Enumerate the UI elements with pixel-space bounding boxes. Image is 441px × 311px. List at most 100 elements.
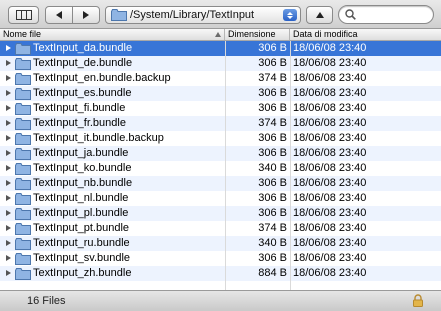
file-name: TextInput_es.bundle — [33, 87, 132, 99]
file-name: TextInput_de.bundle — [33, 57, 133, 69]
header-name-label: Nome file — [3, 29, 42, 39]
folder-icon — [15, 73, 31, 85]
file-date: 18/06/08 23:40 — [293, 102, 367, 114]
file-list: TextInput_da.bundle 306 B 18/06/08 23:40 Te… — [0, 41, 441, 290]
file-date: 18/06/08 23:40 — [293, 57, 367, 69]
header-size[interactable]: Dimensione — [225, 29, 290, 40]
file-date: 18/06/08 23:40 — [293, 117, 367, 129]
header-name[interactable]: Nome file — [0, 29, 225, 40]
file-date: 18/06/08 23:40 — [293, 237, 367, 249]
list-item[interactable]: TextInput_ru.bundle 340 B 18/06/08 23:40 — [0, 236, 441, 251]
list-item[interactable]: TextInput_fi.bundle 306 B 18/06/08 23:40 — [0, 101, 441, 116]
folder-icon — [111, 9, 127, 21]
file-name: TextInput_zh.bundle — [33, 267, 132, 279]
file-size: 306 B — [258, 252, 287, 264]
list-item[interactable]: TextInput_pt.bundle 374 B 18/06/08 23:40 — [0, 221, 441, 236]
list-item[interactable]: TextInput_nb.bundle 306 B 18/06/08 23:40 — [0, 176, 441, 191]
disclosure-triangle-icon[interactable] — [6, 105, 11, 111]
forward-arrow-icon — [83, 11, 89, 19]
folder-icon — [15, 238, 31, 250]
column-divider — [290, 41, 291, 290]
folder-icon — [15, 148, 31, 160]
toolbar: /System/Library/TextInput — [0, 0, 441, 29]
file-size: 340 B — [258, 237, 287, 249]
back-button[interactable] — [45, 6, 73, 24]
list-item[interactable]: TextInput_es.bundle 306 B 18/06/08 23:40 — [0, 86, 441, 101]
file-date: 18/06/08 23:40 — [293, 87, 367, 99]
file-size: 306 B — [258, 177, 287, 189]
file-name: TextInput_sv.bundle — [33, 252, 131, 264]
file-name: TextInput_nl.bundle — [33, 192, 129, 204]
disclosure-triangle-icon[interactable] — [6, 75, 11, 81]
parent-folder-button[interactable] — [306, 6, 333, 24]
header-size-label: Dimensione — [228, 29, 276, 39]
disclosure-triangle-icon[interactable] — [6, 225, 11, 231]
list-item[interactable]: TextInput_zh.bundle 884 B 18/06/08 23:40 — [0, 266, 441, 281]
file-date: 18/06/08 23:40 — [293, 72, 367, 84]
disclosure-triangle-icon[interactable] — [6, 180, 11, 186]
file-size: 306 B — [258, 42, 287, 54]
file-size: 374 B — [258, 72, 287, 84]
file-name: TextInput_en.bundle.backup — [33, 72, 171, 84]
up-arrow-icon — [315, 12, 324, 18]
disclosure-triangle-icon[interactable] — [6, 195, 11, 201]
disclosure-triangle-icon[interactable] — [6, 60, 11, 66]
disclosure-triangle-icon[interactable] — [6, 240, 11, 246]
file-size: 884 B — [258, 267, 287, 279]
file-size: 340 B — [258, 162, 287, 174]
file-count: 16 Files — [27, 295, 66, 307]
disclosure-triangle-icon[interactable] — [6, 255, 11, 261]
disclosure-triangle-icon[interactable] — [6, 210, 11, 216]
file-name: TextInput_da.bundle — [33, 42, 133, 54]
disclosure-triangle-icon[interactable] — [6, 45, 11, 51]
list-item[interactable]: TextInput_pl.bundle 306 B 18/06/08 23:40 — [0, 206, 441, 221]
folder-icon — [15, 58, 31, 70]
file-name: TextInput_fi.bundle — [33, 102, 126, 114]
file-name: TextInput_ja.bundle — [33, 147, 129, 159]
list-item[interactable]: TextInput_sv.bundle 306 B 18/06/08 23:40 — [0, 251, 441, 266]
list-item[interactable]: TextInput_ko.bundle 340 B 18/06/08 23:40 — [0, 161, 441, 176]
lock-icon — [413, 294, 423, 307]
file-size: 306 B — [258, 147, 287, 159]
file-size: 306 B — [258, 192, 287, 204]
disclosure-triangle-icon[interactable] — [6, 135, 11, 141]
file-date: 18/06/08 23:40 — [293, 42, 367, 54]
list-item[interactable]: TextInput_it.bundle.backup 306 B 18/06/08 … — [0, 131, 441, 146]
back-arrow-icon — [56, 11, 62, 19]
search-field[interactable] — [338, 5, 434, 24]
disclosure-triangle-icon[interactable] — [6, 90, 11, 96]
file-date: 18/06/08 23:40 — [293, 267, 367, 279]
disclosure-triangle-icon[interactable] — [6, 165, 11, 171]
file-size: 306 B — [258, 57, 287, 69]
forward-button[interactable] — [72, 6, 100, 24]
folder-icon — [15, 223, 31, 235]
file-date: 18/06/08 23:40 — [293, 147, 367, 159]
file-size: 374 B — [258, 117, 287, 129]
file-date: 18/06/08 23:40 — [293, 177, 367, 189]
header-date[interactable]: Data di modifica — [290, 29, 441, 40]
disclosure-triangle-icon[interactable] — [6, 270, 11, 276]
file-size: 374 B — [258, 222, 287, 234]
list-item[interactable]: TextInput_ja.bundle 306 B 18/06/08 23:40 — [0, 146, 441, 161]
disclosure-triangle-icon[interactable] — [6, 150, 11, 156]
file-size: 306 B — [258, 207, 287, 219]
list-item[interactable]: TextInput_nl.bundle 306 B 18/06/08 23:40 — [0, 191, 441, 206]
path-popup[interactable]: /System/Library/TextInput — [105, 6, 301, 24]
file-name: TextInput_ru.bundle — [33, 237, 130, 249]
file-size: 306 B — [258, 87, 287, 99]
view-mode-button[interactable] — [8, 6, 39, 24]
list-item[interactable]: TextInput_de.bundle 306 B 18/06/08 23:40 — [0, 56, 441, 71]
folder-icon — [15, 118, 31, 130]
folder-icon — [15, 133, 31, 145]
file-date: 18/06/08 23:40 — [293, 252, 367, 264]
folder-icon — [15, 253, 31, 265]
column-header: Nome file Dimensione Data di modifica — [0, 29, 441, 41]
disclosure-triangle-icon[interactable] — [6, 120, 11, 126]
column-divider — [225, 41, 226, 290]
file-size: 306 B — [258, 102, 287, 114]
list-item[interactable]: TextInput_da.bundle 306 B 18/06/08 23:40 — [0, 41, 441, 56]
list-item[interactable]: TextInput_fr.bundle 374 B 18/06/08 23:40 — [0, 116, 441, 131]
list-item[interactable]: TextInput_en.bundle.backup 374 B 18/06/08 … — [0, 71, 441, 86]
folder-icon — [15, 163, 31, 175]
file-name: TextInput_it.bundle.backup — [33, 132, 164, 144]
